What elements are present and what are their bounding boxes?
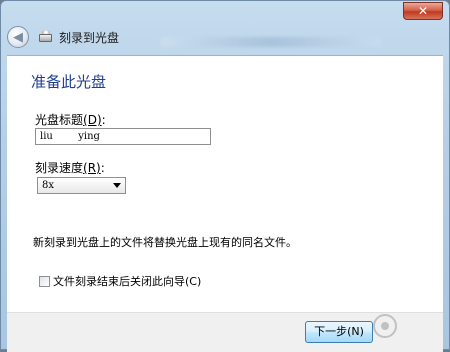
- chevron-down-icon: [113, 183, 121, 188]
- close-wizard-accel: (C): [185, 275, 202, 288]
- blurred-address-area: [161, 37, 381, 47]
- burn-speed-label-text: 刻录速度: [35, 161, 84, 175]
- page-heading: 准备此光盘: [31, 73, 107, 91]
- disc-title-input[interactable]: liu ying: [35, 128, 211, 145]
- window-title: 刻录到光盘: [59, 30, 120, 45]
- disc-title-label: 光盘标题(D):: [35, 111, 106, 128]
- burn-speed-value: 8x: [42, 180, 55, 191]
- back-button[interactable]: ◀: [7, 26, 29, 48]
- close-wizard-label-text: 文件刻录结束后关闭此向导: [53, 275, 185, 288]
- wizard-content: 准备此光盘 光盘标题(D): liu ying 刻录速度(R): 8x 新刻录到…: [7, 55, 443, 312]
- disc-title-accel: (D): [83, 113, 102, 127]
- title-bar: ◀ 刻录到光盘: [7, 23, 119, 51]
- close-wizard-checkbox[interactable]: [39, 275, 50, 287]
- replace-files-note: 新刻录到光盘上的文件将替换光盘上现有的同名文件。: [33, 236, 297, 249]
- disc-burner-icon: [39, 30, 53, 44]
- close-wizard-label: 文件刻录结束后关闭此向导(C): [53, 273, 201, 289]
- disc-title-label-text: 光盘标题: [35, 113, 84, 127]
- close-button[interactable]: ✕: [403, 2, 443, 20]
- next-button[interactable]: 下一步(N): [305, 321, 373, 343]
- burn-speed-label: 刻录速度(R):: [35, 159, 105, 176]
- burn-to-disc-window: ✕ ◀ 刻录到光盘 准备此光盘 光盘标题(D): liu ying 刻录速度(R…: [0, 0, 450, 352]
- back-arrow-icon: ◀: [13, 29, 23, 45]
- close-icon: ✕: [417, 4, 429, 18]
- wizard-footer: 下一步(N): [7, 312, 443, 352]
- disc-title-label-suffix: :: [101, 113, 106, 127]
- burn-speed-accel: (R): [83, 161, 101, 175]
- drive-part: [39, 34, 52, 42]
- burn-speed-select[interactable]: 8x: [37, 177, 126, 194]
- close-wizard-option[interactable]: 文件刻录结束后关闭此向导(C): [39, 273, 201, 289]
- burn-speed-label-suffix: :: [100, 161, 105, 175]
